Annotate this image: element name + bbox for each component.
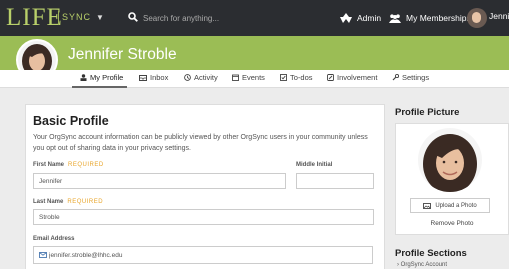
- email-label: Email Address: [33, 236, 75, 242]
- involvement-icon: [327, 74, 334, 81]
- person-icon: [80, 74, 87, 81]
- global-search[interactable]: [128, 10, 328, 26]
- chevron-right-icon: ›: [397, 262, 399, 268]
- tab-label: Settings: [402, 73, 430, 82]
- memberships-link[interactable]: My Memberships: [389, 11, 471, 25]
- tab-my-profile[interactable]: My Profile: [80, 73, 123, 82]
- tab-label: My Profile: [90, 73, 124, 82]
- tab-label: Involvement: [337, 73, 378, 82]
- user-menu[interactable]: Jennife: [467, 8, 509, 28]
- basic-profile-description: Your OrgSync account information can be …: [33, 134, 368, 152]
- active-tab-indicator: [72, 86, 127, 88]
- required-badge: REQUIRED: [67, 199, 104, 205]
- tab-events[interactable]: Events: [232, 73, 265, 82]
- profile-name: Jennifer Stroble: [68, 46, 177, 63]
- tab-label: Events: [242, 73, 265, 82]
- chevron-down-icon[interactable]: ▼: [96, 13, 104, 22]
- user-name-label: Jennife: [489, 11, 509, 21]
- tab-inbox[interactable]: Inbox: [139, 73, 168, 82]
- required-badge: REQUIRED: [68, 162, 104, 168]
- profile-section-label: OrgSync Account: [400, 262, 448, 268]
- email-field-wrapper[interactable]: [33, 246, 373, 264]
- last-name-label: Last Name REQUIRED: [33, 199, 103, 205]
- inbox-icon: [139, 74, 147, 81]
- checkbox-icon: [280, 74, 287, 81]
- search-input[interactable]: [143, 10, 323, 26]
- calendar-icon: [232, 74, 239, 81]
- first-name-label-text: First Name: [33, 162, 65, 168]
- profile-photo-image: [418, 128, 482, 192]
- lifesync-logo[interactable]: LIFE: [6, 4, 63, 31]
- image-icon: [423, 202, 432, 209]
- envelope-icon: [39, 252, 47, 258]
- profile-picture-title: Profile Picture: [395, 107, 460, 118]
- memberships-label: My Memberships: [406, 13, 471, 23]
- user-avatar: [467, 8, 487, 28]
- search-icon: [128, 12, 138, 22]
- tab-label: Activity: [194, 73, 218, 82]
- profile-section-item[interactable]: › OrgSync Account: [397, 262, 447, 268]
- email-field[interactable]: [49, 247, 349, 263]
- wrench-icon: [392, 74, 399, 81]
- profile-photo: [418, 128, 482, 192]
- tab-label: Inbox: [150, 73, 169, 82]
- basic-profile-title: Basic Profile: [33, 114, 109, 128]
- tab-label: To-dos: [290, 73, 313, 82]
- admin-label: Admin: [357, 13, 382, 23]
- last-name-label-text: Last Name: [33, 199, 64, 205]
- middle-initial-label: Middle Initial: [296, 162, 333, 168]
- activity-icon: [184, 74, 191, 81]
- tab-involvement[interactable]: Involvement: [327, 73, 377, 82]
- remove-photo-link[interactable]: Remove Photo: [395, 220, 509, 227]
- tab-todos[interactable]: To-dos: [280, 73, 313, 82]
- middle-initial-field[interactable]: [296, 173, 374, 189]
- last-name-field[interactable]: [33, 209, 374, 225]
- group-icon: [389, 13, 401, 23]
- admin-link[interactable]: Admin: [340, 11, 381, 25]
- profile-sections-title: Profile Sections: [395, 248, 467, 259]
- first-name-label: First Name REQUIRED: [33, 162, 104, 168]
- upload-photo-label: Upload a Photo: [435, 202, 477, 209]
- tab-settings[interactable]: Settings: [392, 73, 429, 82]
- tab-activity[interactable]: Activity: [184, 73, 218, 82]
- logo-divider: [58, 11, 59, 25]
- first-name-field[interactable]: [33, 173, 286, 189]
- upload-photo-button[interactable]: Upload a Photo: [410, 198, 490, 213]
- admin-icon: [340, 13, 352, 23]
- logo-subtitle[interactable]: SYNC: [62, 12, 91, 22]
